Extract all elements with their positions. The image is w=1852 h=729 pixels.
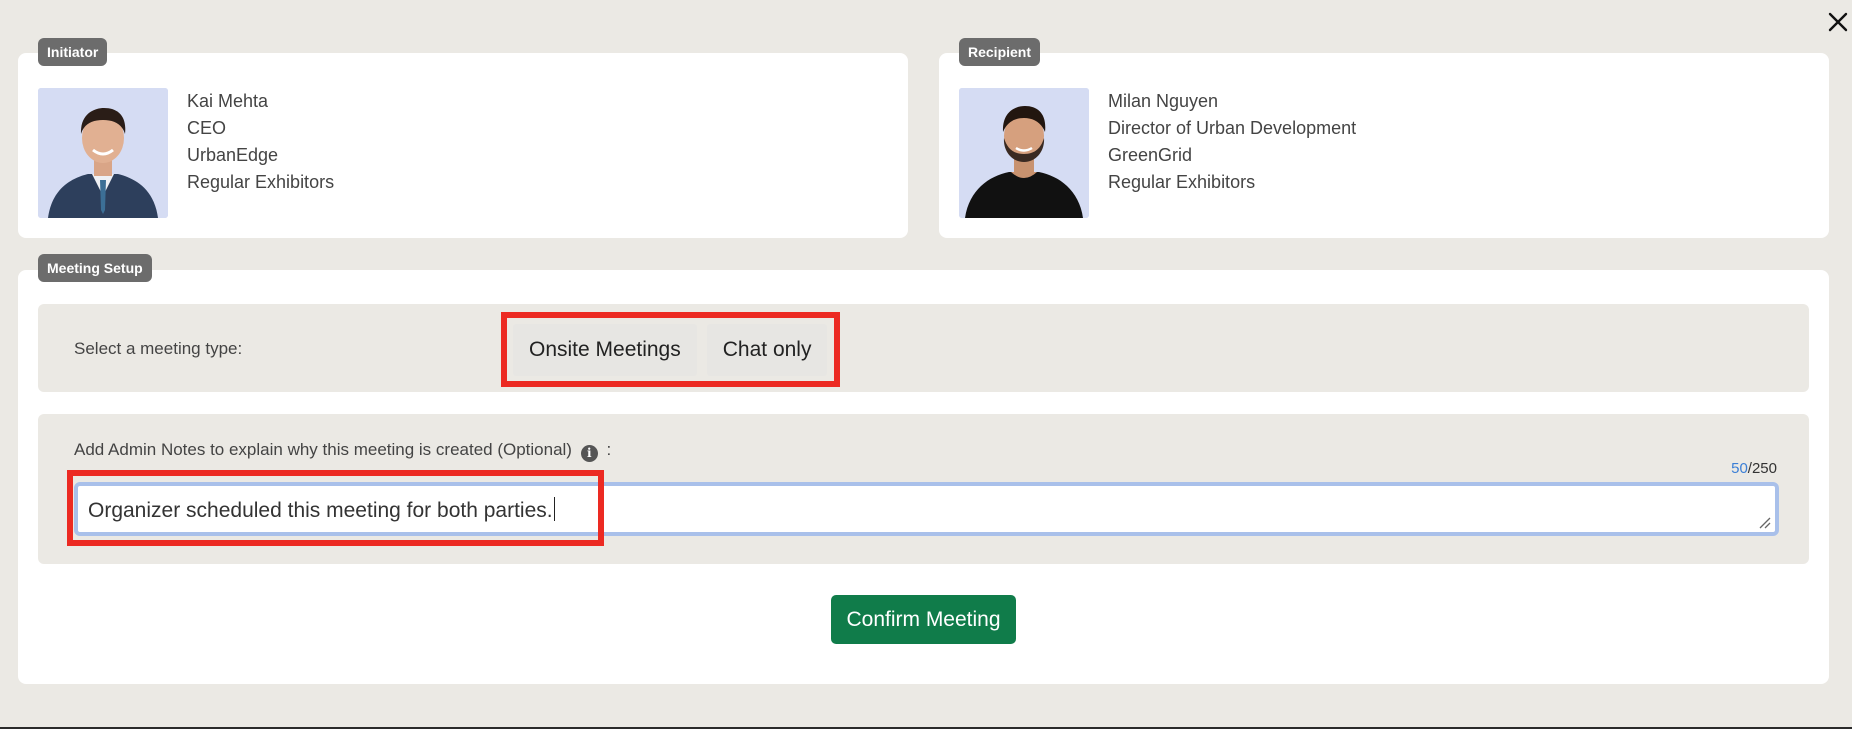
recipient-tag: Recipient [959, 38, 1041, 66]
char-counter: 50/250 [1731, 460, 1777, 477]
admin-notes-label: Add Admin Notes to explain why this meet… [74, 440, 611, 462]
recipient-company: GreenGrid [1108, 145, 1193, 165]
recipient-title: Director of Urban Development [1108, 118, 1357, 138]
meeting-type-label: Select a meeting type: [74, 339, 243, 358]
initiator-title: CEO [187, 118, 227, 138]
admin-notes-value: Organizer scheduled this meeting for bot… [88, 499, 553, 522]
info-icon[interactable]: i [580, 445, 598, 462]
text-caret [553, 497, 556, 521]
recipient-avatar [959, 88, 1089, 218]
recipient-group: Regular Exhibitors [1108, 172, 1256, 192]
initiator-company: UrbanEdge [187, 145, 279, 165]
meeting-modal: Initiator Kai Mehta CEO UrbanEdge Regula… [0, 0, 1852, 729]
initiator-tag: Initiator [38, 38, 108, 66]
meeting-type-options: Onsite Meetings Chat only [501, 312, 840, 387]
admin-notes-label-suffix: : [606, 440, 612, 459]
admin-notes-label-text: Add Admin Notes to explain why this meet… [74, 440, 572, 459]
recipient-name: Milan Nguyen [1108, 91, 1219, 111]
initiator-avatar [38, 88, 168, 218]
chat-only-option[interactable]: Chat only [706, 323, 828, 376]
close-button[interactable] [1824, 8, 1852, 36]
initiator-name: Kai Mehta [187, 91, 269, 111]
onsite-meetings-option[interactable]: Onsite Meetings [513, 323, 697, 376]
admin-notes-textarea[interactable]: Organizer scheduled this meeting for bot… [74, 482, 1779, 536]
recipient-info: Milan Nguyen Director of Urban Developme… [1108, 88, 1356, 196]
close-icon [1828, 12, 1848, 32]
confirm-meeting-button[interactable]: Confirm Meeting [831, 595, 1016, 644]
meeting-setup-tag: Meeting Setup [38, 254, 152, 282]
meeting-type-panel [38, 304, 1809, 392]
char-max: /250 [1747, 460, 1777, 477]
initiator-group: Regular Exhibitors [187, 172, 335, 192]
initiator-info: Kai Mehta CEO UrbanEdge Regular Exhibito… [187, 88, 334, 196]
resize-grip-icon[interactable] [1757, 515, 1771, 529]
char-count: 50 [1731, 460, 1748, 477]
